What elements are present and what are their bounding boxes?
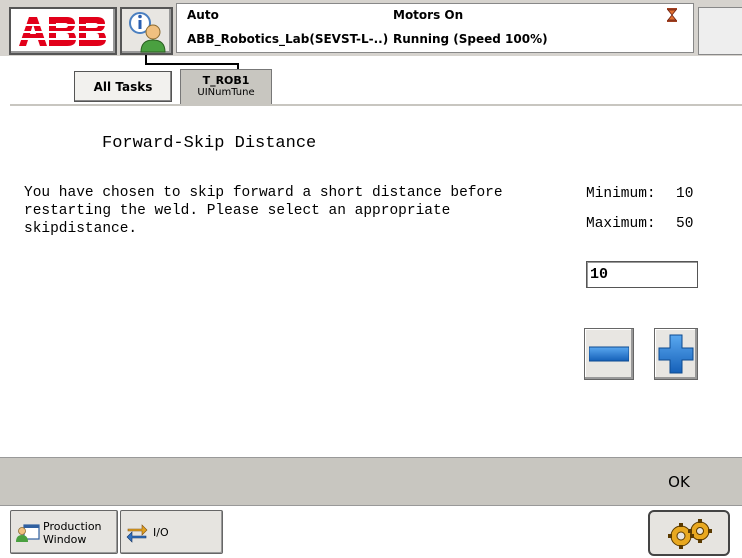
minimum-label: Minimum:	[586, 186, 656, 202]
command-bar: OK	[0, 457, 742, 506]
status-bar: Auto ABB_Robotics_Lab(SEVST-L-..) Motors…	[0, 0, 742, 56]
taskbar: Production Window I/O	[0, 506, 742, 558]
production-window-icon	[16, 524, 40, 542]
system-info-button[interactable]	[120, 7, 173, 55]
system-name: ABB_Robotics_Lab(SEVST-L-..)	[187, 32, 389, 46]
all-tasks-tab[interactable]: All Tasks	[74, 71, 172, 102]
maximum-label: Maximum:	[586, 216, 656, 232]
program-state: Running (Speed 100%)	[393, 32, 548, 46]
production-window-label: Production Window	[43, 520, 102, 546]
tab-t-rob1[interactable]: T_ROB1 UINumTune	[180, 69, 272, 104]
increment-button[interactable]	[654, 328, 698, 380]
decrement-button[interactable]	[584, 328, 634, 380]
close-button[interactable]	[698, 7, 742, 55]
ok-button[interactable]: OK	[620, 458, 738, 505]
production-window-button[interactable]: Production Window	[10, 510, 118, 554]
tab-divider	[10, 104, 742, 106]
quickset-button[interactable]	[648, 510, 730, 556]
hourglass-icon	[667, 8, 677, 22]
minus-icon	[589, 346, 629, 362]
skip-distance-input[interactable]	[586, 261, 698, 288]
motors-state: Motors On	[393, 8, 464, 22]
page-title: Forward-Skip Distance	[102, 134, 317, 153]
user-info-icon	[129, 12, 166, 53]
abb-menu-button[interactable]	[9, 7, 117, 55]
production-label-line2: Window	[43, 533, 87, 546]
task-name: T_ROB1	[202, 74, 250, 87]
operating-mode: Auto	[187, 8, 219, 22]
description-text: You have chosen to skip forward a short …	[24, 185, 503, 237]
io-arrows-icon	[126, 524, 148, 543]
io-button[interactable]: I/O	[120, 510, 223, 554]
abb-logo-icon	[17, 17, 109, 46]
status-panel[interactable]: Auto ABB_Robotics_Lab(SEVST-L-..) Motors…	[176, 3, 694, 53]
maximum-value: 50	[676, 216, 694, 232]
production-label-line1: Production	[43, 520, 102, 533]
minimum-value: 10	[676, 186, 694, 202]
quickset-gears-icon	[668, 519, 712, 549]
io-label: I/O	[153, 526, 169, 539]
task-connector	[145, 63, 239, 65]
module-name: UINumTune	[197, 87, 255, 98]
plus-icon	[658, 334, 694, 374]
